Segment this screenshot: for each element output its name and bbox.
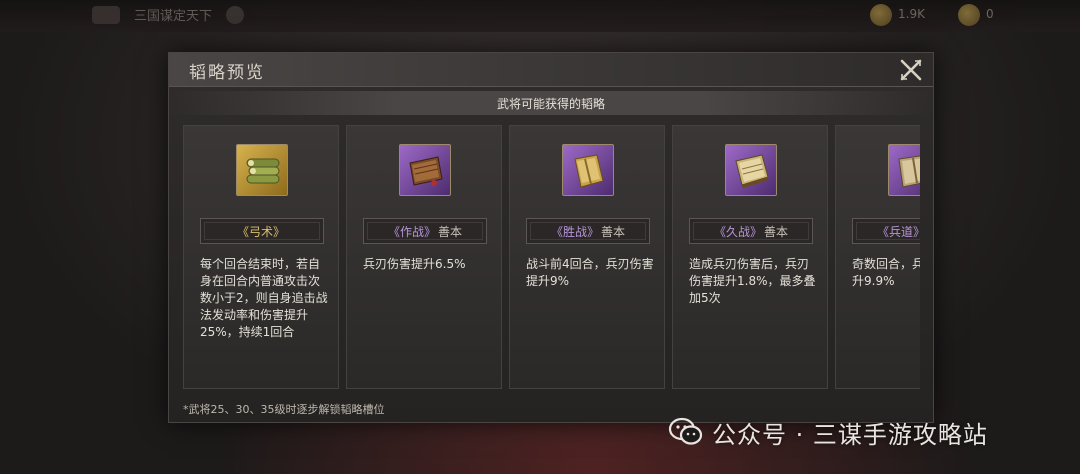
strategy-card[interactable]: 《弓术》 每个回合结束时，若自身在回合内普通攻击次数小于2，则自身追击战法发动率…	[183, 125, 339, 389]
book-icon	[725, 144, 777, 196]
strategy-description: 每个回合结束时，若自身在回合内普通攻击次数小于2，则自身追击战法发动率和伤害提升…	[200, 257, 328, 339]
strategy-card[interactable]: 《兵道》 善本 奇数回合，兵刃伤害提升9.9%	[835, 125, 920, 389]
strategy-name-plate: 《胜战》 善本	[526, 218, 650, 244]
jade-amount: 0	[986, 7, 994, 21]
hud-title: 三国谋定天下	[134, 9, 213, 24]
section-header: 武将可能获得的韬略	[169, 91, 933, 115]
currency-amount: 1.9K	[898, 7, 925, 21]
strategy-name-plate: 《作战》 善本	[363, 218, 487, 244]
section-header-text: 武将可能获得的韬略	[496, 97, 605, 111]
strategy-card[interactable]: 《作战》 善本 兵刃伤害提升6.5%	[346, 125, 502, 389]
strategy-name-plate: 《弓术》	[200, 218, 324, 244]
strategy-edition: 善本	[438, 224, 463, 239]
dialog-titlebar: 韬略预览	[169, 53, 933, 87]
strategy-description: 造成兵刃伤害后，兵刃伤害提升1.8%，最多叠加5次	[689, 257, 816, 305]
strategy-name: 《弓术》	[236, 224, 285, 239]
currency-icon	[870, 4, 892, 26]
strategy-name-plate: 《兵道》 善本	[852, 218, 920, 244]
info-icon[interactable]	[226, 6, 244, 24]
strategy-name: 《兵道》	[876, 224, 920, 239]
strategy-card[interactable]: 《久战》 善本 造成兵刃伤害后，兵刃伤害提升1.8%，最多叠加5次	[672, 125, 828, 389]
strategy-edition: 善本	[601, 224, 626, 239]
top-hud-bar: 三国谋定天下 1.9K 0	[0, 0, 1080, 32]
wechat-icon	[668, 417, 703, 445]
strategy-name: 《胜战》	[550, 224, 599, 239]
close-icon	[900, 59, 922, 81]
strategy-card[interactable]: 《胜战》 善本 战斗前4回合，兵刃伤害提升9%	[509, 125, 665, 389]
watermark-text: 公众号 · 三谋手游攻略站	[712, 420, 988, 449]
strategy-description: 兵刃伤害提升6.5%	[363, 257, 466, 271]
bamboo-scroll-icon	[236, 144, 288, 196]
strategy-name: 《久战》	[713, 224, 762, 239]
strategy-name: 《作战》	[387, 224, 436, 239]
strategy-description: 战斗前4回合，兵刃伤害提升9%	[526, 257, 654, 288]
game-logo-icon	[92, 6, 120, 24]
strategy-edition: 善本	[764, 224, 789, 239]
jade-icon	[958, 4, 980, 26]
strategy-description: 奇数回合，兵刃伤害提升9.9%	[852, 257, 920, 288]
book-icon	[888, 144, 920, 196]
unlock-footnote: *武将25、30、35级时逐步解锁韬略槽位	[183, 403, 385, 416]
book-icon	[562, 144, 614, 196]
book-icon	[399, 144, 451, 196]
strategy-card-list[interactable]: 《弓术》 每个回合结束时，若自身在回合内普通攻击次数小于2，则自身追击战法发动率…	[183, 125, 920, 389]
strategy-preview-dialog: 韬略预览 武将可能获得的韬略 《弓术》 每个回合结束时，若自身在回合内普通攻击次…	[168, 52, 934, 423]
watermark: 公众号 · 三谋手游攻略站	[668, 414, 988, 450]
strategy-name-plate: 《久战》 善本	[689, 218, 813, 244]
close-button[interactable]	[899, 58, 923, 82]
dialog-title: 韬略预览	[189, 63, 265, 83]
